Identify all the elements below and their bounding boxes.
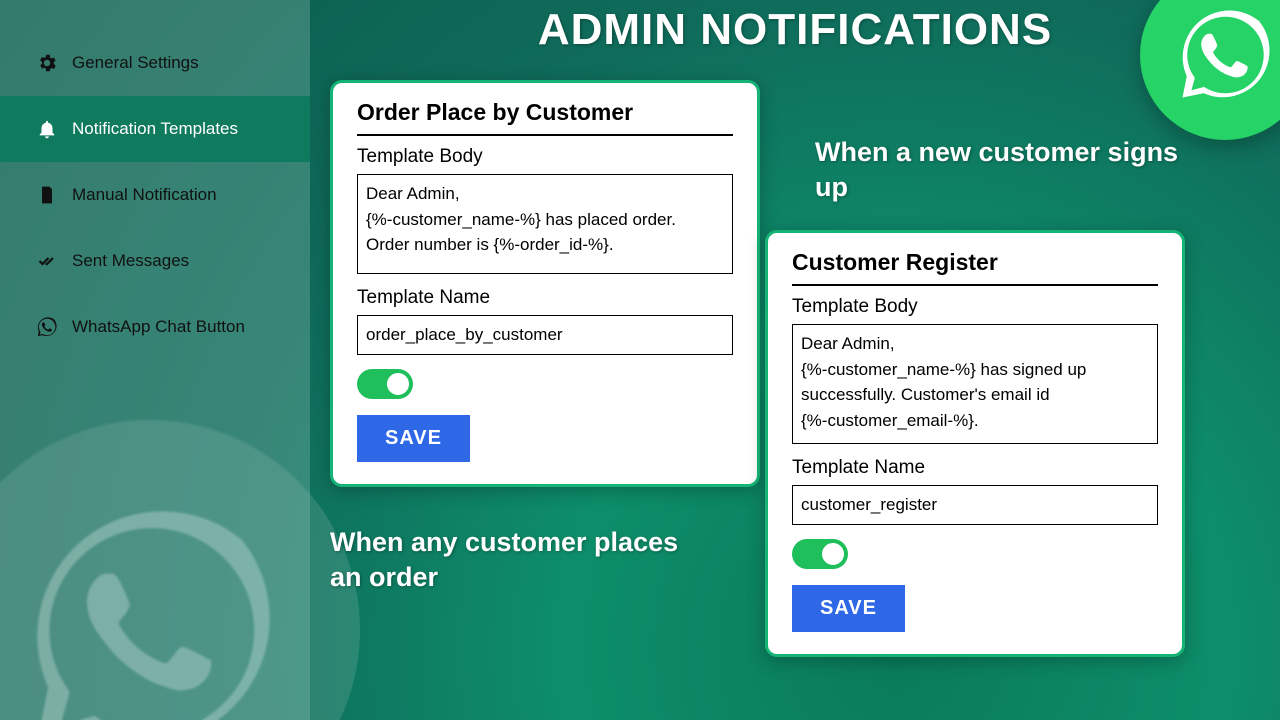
page-title: ADMIN NOTIFICATIONS bbox=[330, 5, 1260, 55]
enable-toggle[interactable] bbox=[357, 369, 413, 399]
template-name-label: Template Name bbox=[792, 457, 1158, 479]
card-order-place: Order Place by Customer Template Body Te… bbox=[330, 80, 760, 487]
template-body-input[interactable] bbox=[357, 174, 733, 274]
sidebar-item-sent-messages[interactable]: Sent Messages bbox=[0, 228, 310, 294]
template-name-input[interactable] bbox=[792, 485, 1158, 525]
card-customer-register: Customer Register Template Body Template… bbox=[765, 230, 1185, 657]
sidebar-item-label: Notification Templates bbox=[72, 119, 238, 139]
bell-icon bbox=[36, 118, 58, 140]
card-title: Order Place by Customer bbox=[357, 99, 733, 136]
sidebar-item-label: WhatsApp Chat Button bbox=[72, 317, 245, 337]
template-body-label: Template Body bbox=[357, 146, 733, 168]
caption-customer-register: When a new customer signs up bbox=[815, 135, 1195, 205]
sidebar-item-label: Manual Notification bbox=[72, 185, 217, 205]
sidebar-item-manual-notification[interactable]: Manual Notification bbox=[0, 162, 310, 228]
template-name-input[interactable] bbox=[357, 315, 733, 355]
whatsapp-icon bbox=[36, 316, 58, 338]
template-body-input[interactable] bbox=[792, 324, 1158, 444]
template-name-label: Template Name bbox=[357, 287, 733, 309]
sidebar-item-notification-templates[interactable]: Notification Templates bbox=[0, 96, 310, 162]
sidebar-item-general-settings[interactable]: General Settings bbox=[0, 30, 310, 96]
enable-toggle[interactable] bbox=[792, 539, 848, 569]
save-button[interactable]: SAVE bbox=[357, 415, 470, 462]
sidebar-item-whatsapp-chat-button[interactable]: WhatsApp Chat Button bbox=[0, 294, 310, 360]
sidebar: General Settings Notification Templates … bbox=[0, 0, 310, 720]
double-check-icon bbox=[36, 250, 58, 272]
sidebar-item-label: Sent Messages bbox=[72, 251, 189, 271]
caption-order-place: When any customer places an order bbox=[330, 525, 710, 595]
gear-icon bbox=[36, 52, 58, 74]
card-title: Customer Register bbox=[792, 249, 1158, 286]
template-body-label: Template Body bbox=[792, 296, 1158, 318]
save-button[interactable]: SAVE bbox=[792, 585, 905, 632]
main-content: ADMIN NOTIFICATIONS When a new customer … bbox=[310, 0, 1280, 720]
sidebar-item-label: General Settings bbox=[72, 53, 199, 73]
document-icon bbox=[36, 184, 58, 206]
